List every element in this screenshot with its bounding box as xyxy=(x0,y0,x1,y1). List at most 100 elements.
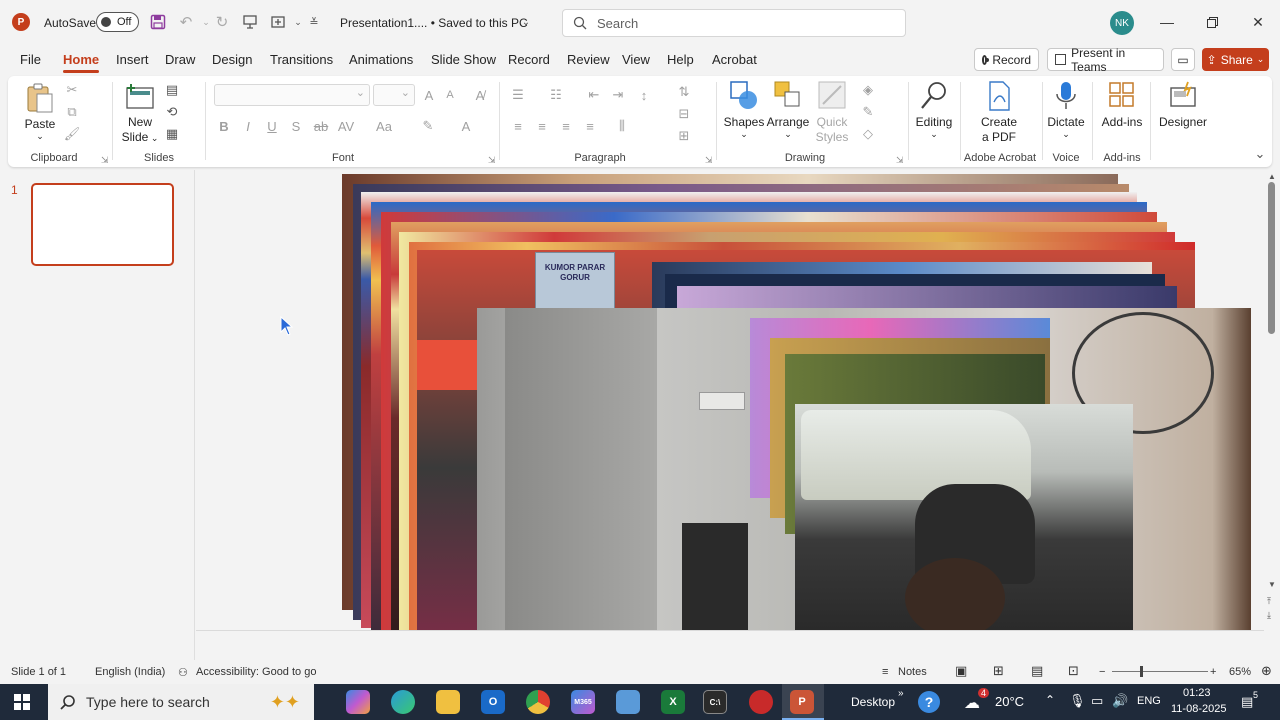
underline-icon[interactable]: U xyxy=(264,118,280,134)
clipboard-launcher-icon[interactable]: ⇲ xyxy=(101,155,109,166)
tab-animations[interactable]: Animations xyxy=(349,52,413,67)
slide-show-icon[interactable]: ⊡ xyxy=(1068,663,1079,679)
outlook-icon[interactable]: O xyxy=(481,690,505,714)
input-language[interactable]: ENG xyxy=(1137,695,1161,707)
slide-canvas[interactable]: KUMOR PARAR GORUR xyxy=(195,170,1265,630)
tab-design[interactable]: Design xyxy=(212,52,252,67)
m365-app-icon[interactable]: M365 xyxy=(571,690,595,714)
new-slide-button[interactable]: New Slide ⌄ xyxy=(118,82,162,146)
align-text-icon[interactable]: ⊟ xyxy=(676,106,692,122)
present-from-start-icon[interactable] xyxy=(240,12,260,32)
battery-icon[interactable]: ▭ xyxy=(1091,693,1103,709)
tab-draw[interactable]: Draw xyxy=(165,52,195,67)
increase-indent-icon[interactable]: ⇥ xyxy=(610,87,626,103)
search-box[interactable]: Search xyxy=(562,9,906,37)
tab-transitions[interactable]: Transitions xyxy=(270,52,333,67)
tab-view[interactable]: View xyxy=(622,52,650,67)
text-direction-icon[interactable]: ⇅ xyxy=(676,84,692,100)
arrange-button[interactable]: Arrange ⌄ xyxy=(766,80,810,139)
section-icon[interactable]: ▦ xyxy=(164,126,180,142)
accessibility-status[interactable]: Accessibility: Good to go xyxy=(196,666,316,678)
justify-icon[interactable]: ≡ xyxy=(582,118,598,134)
decrease-font-icon[interactable]: A xyxy=(442,87,458,103)
notes-button[interactable]: Notes xyxy=(898,666,927,678)
font-size-combo[interactable] xyxy=(373,84,415,106)
previous-slide-icon[interactable]: ⤒ xyxy=(1267,596,1271,607)
zoom-slider[interactable] xyxy=(1112,671,1208,672)
file-explorer-icon[interactable] xyxy=(436,690,460,714)
align-right-icon[interactable]: ≡ xyxy=(558,118,574,134)
format-painter-icon[interactable]: 🖌 xyxy=(64,126,81,142)
microphone-tray-icon[interactable]: 🎙 xyxy=(1069,693,1086,709)
save-icon[interactable] xyxy=(148,12,168,32)
tray-chevron-up-icon[interactable]: ⌃ xyxy=(1045,693,1055,707)
user-avatar[interactable]: NK xyxy=(1110,11,1134,35)
editing-button[interactable]: Editing ⌄ xyxy=(912,80,956,139)
smartart-icon[interactable]: ⊞ xyxy=(676,128,692,144)
addins-button[interactable]: Add-ins xyxy=(1098,80,1146,130)
terminal-icon[interactable]: C:\ xyxy=(703,690,727,714)
clear-formatting-icon[interactable]: A̸ xyxy=(472,87,488,103)
zoom-out-icon[interactable]: − xyxy=(1099,666,1105,678)
cut-icon[interactable]: ✂ xyxy=(64,82,80,98)
desktop-toolbar[interactable]: Desktop xyxy=(851,695,895,709)
windows-start-icon[interactable] xyxy=(14,694,30,710)
notification-icon[interactable]: ▤ xyxy=(1241,694,1253,710)
font-launcher-icon[interactable]: ⇲ xyxy=(488,155,496,166)
normal-view-icon[interactable]: ▣ xyxy=(955,663,967,679)
undo-icon[interactable]: ↶ xyxy=(176,12,196,32)
help-icon[interactable]: ? xyxy=(918,691,940,713)
slide-thumbnail[interactable] xyxy=(31,183,174,266)
tab-record[interactable]: Record xyxy=(508,52,550,67)
new-slide-quick-icon[interactable] xyxy=(268,12,288,32)
redo-icon[interactable]: ↻ xyxy=(212,12,232,32)
shapes-button[interactable]: Shapes ⌄ xyxy=(722,80,766,139)
increase-font-icon[interactable]: A xyxy=(421,87,437,103)
change-case-icon[interactable]: Aa xyxy=(376,118,392,134)
clock-date[interactable]: 11-08-2025 xyxy=(1171,703,1226,715)
tab-slide-show[interactable]: Slide Show xyxy=(431,52,496,67)
bullets-icon[interactable]: ☰ xyxy=(510,87,526,103)
tab-home[interactable]: Home xyxy=(63,52,100,73)
volume-icon[interactable]: 🔊 xyxy=(1112,693,1128,709)
shape-fill-icon[interactable]: ◈ xyxy=(860,82,876,98)
record-button[interactable]: Record xyxy=(974,48,1039,71)
toolbar-chevron-icon[interactable]: » xyxy=(898,688,904,699)
taskbar-search[interactable]: Type here to search ✦✦ xyxy=(48,684,314,720)
fit-to-window-icon[interactable]: ⊕ xyxy=(1261,663,1272,679)
vertical-scrollbar[interactable]: ▲ ▼ ⤒ ⤓ xyxy=(1264,170,1280,630)
weather-icon[interactable]: ☁ xyxy=(964,693,980,713)
scroll-thumb[interactable] xyxy=(1268,182,1275,334)
zoom-in-icon[interactable]: + xyxy=(1210,666,1216,678)
slide-sorter-icon[interactable]: ⊞ xyxy=(993,663,1004,679)
tab-acrobat[interactable]: Acrobat xyxy=(712,52,757,67)
screen-recorder-icon[interactable] xyxy=(749,690,773,714)
decrease-indent-icon[interactable]: ⇤ xyxy=(586,87,602,103)
shape-outline-icon[interactable]: ✎ xyxy=(860,104,876,120)
scroll-up-icon[interactable]: ▲ xyxy=(1268,172,1276,181)
highlight-icon[interactable]: ✎ xyxy=(420,118,436,134)
autosave-toggle[interactable]: Off xyxy=(96,12,139,32)
restore-icon[interactable] xyxy=(1200,10,1224,34)
tab-file[interactable]: File xyxy=(20,52,41,67)
edge-browser-icon[interactable] xyxy=(391,690,415,714)
clock-time[interactable]: 01:23 xyxy=(1183,687,1211,699)
align-center-icon[interactable]: ≡ xyxy=(534,118,550,134)
present-in-teams-button[interactable]: Present in Teams xyxy=(1047,46,1164,74)
customize-toolbar-icon[interactable]: ≚ xyxy=(304,12,324,32)
character-spacing-icon[interactable]: AV xyxy=(338,118,354,134)
layout-icon[interactable]: ▤ xyxy=(164,82,180,98)
shadow-icon[interactable]: S xyxy=(288,118,304,134)
create-pdf-button[interactable]: Create a PDF xyxy=(970,80,1028,145)
align-left-icon[interactable]: ≡ xyxy=(510,118,526,134)
car-photo[interactable] xyxy=(795,404,1133,630)
zoom-slider-thumb[interactable] xyxy=(1140,666,1143,677)
bold-icon[interactable]: B xyxy=(216,118,232,134)
italic-icon[interactable]: I xyxy=(240,118,256,134)
drawing-launcher-icon[interactable]: ⇲ xyxy=(896,155,904,166)
comments-button[interactable]: ▭ xyxy=(1171,48,1195,71)
font-color-icon[interactable]: A xyxy=(458,118,474,134)
tab-insert[interactable]: Insert xyxy=(116,52,149,67)
paragraph-launcher-icon[interactable]: ⇲ xyxy=(705,155,713,166)
tab-review[interactable]: Review xyxy=(567,52,610,67)
